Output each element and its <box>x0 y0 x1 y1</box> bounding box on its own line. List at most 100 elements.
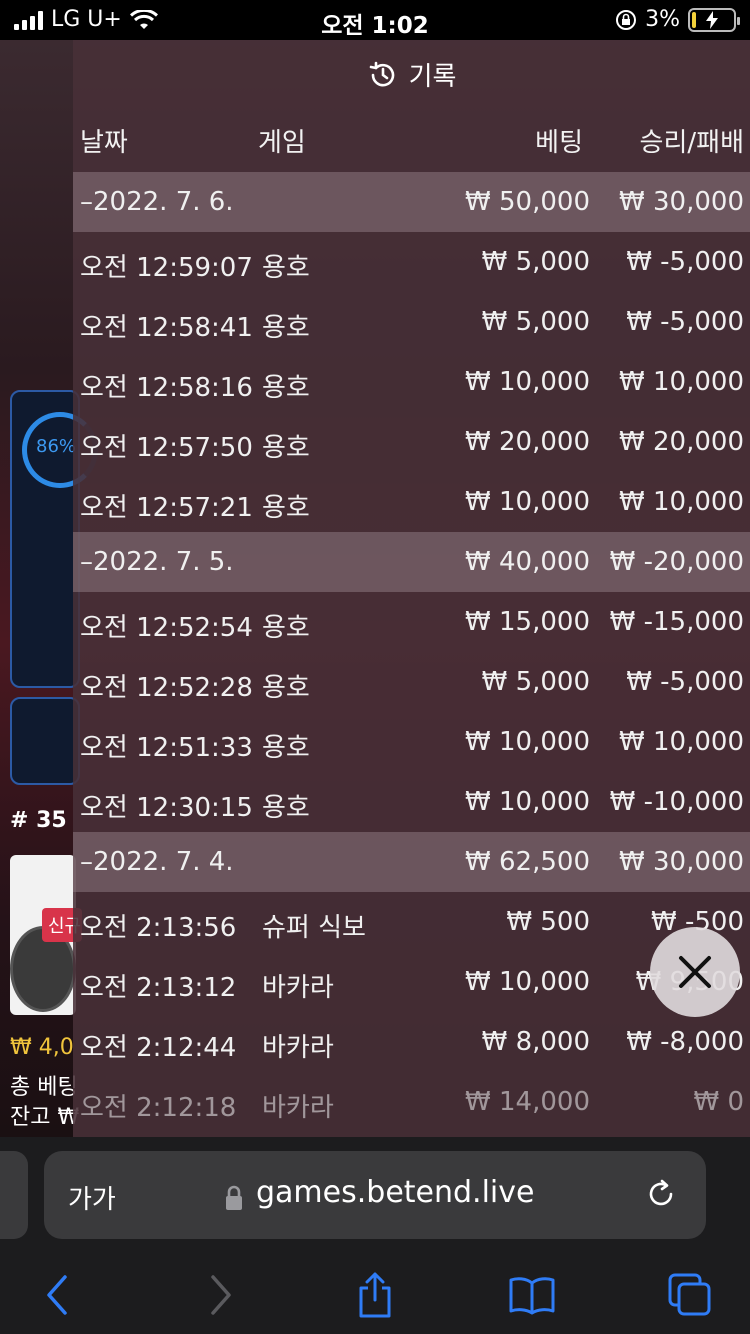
row-game: 용호 <box>262 733 310 763</box>
row-bet: ₩ 5,000 <box>481 667 590 697</box>
header-date: 날짜 <box>80 128 128 158</box>
history-icon <box>369 61 394 86</box>
history-row: 오전 2:13:12바카라₩ 10,000₩ 9,500 <box>73 952 750 1012</box>
date-label: –2022. 7. 5. <box>80 547 234 577</box>
row-bet: ₩ 10,000 <box>465 787 590 817</box>
status-bar: LG U+ 오전 1:02 3% <box>0 0 750 40</box>
reader-settings-button[interactable]: 가가 <box>68 1179 116 1216</box>
row-bet: ₩ 10,000 <box>465 967 590 997</box>
history-list: –2022. 7. 6. ₩ 50,000 ₩ 30,000 오전 12:59:07 용… <box>73 172 750 1132</box>
row-bet: ₩ 40,000 <box>465 547 590 577</box>
row-result: ₩ -5,000 <box>626 307 744 337</box>
row-game: 용호 <box>262 493 310 523</box>
row-time: 오전 12:30:15 <box>80 793 253 823</box>
history-panel: 기록 날짜 게임 베팅 승리/패배 –2022. 7. 6. ₩ 50,000 ₩ … <box>73 40 750 1137</box>
row-bet: ₩ 5,000 <box>481 247 590 277</box>
row-result: ₩ -5,000 <box>626 247 744 277</box>
row-game: 용호 <box>262 433 310 463</box>
row-result: ₩ -15,000 <box>609 607 744 637</box>
bookmarks-button[interactable] <box>502 1265 562 1325</box>
row-result: ₩ 10,000 <box>619 487 744 517</box>
row-game: 용호 <box>262 253 310 283</box>
header-result: 승리/패배 <box>639 128 744 158</box>
row-time: 오전 12:52:28 <box>80 673 253 703</box>
orientation-lock-icon <box>616 9 637 30</box>
row-time: 오전 2:13:12 <box>80 973 237 1003</box>
row-time: 오전 12:51:33 <box>80 733 253 763</box>
panel-title: 기록 <box>73 56 750 93</box>
row-time: 오전 12:58:16 <box>80 373 253 403</box>
history-row: 오전 12:57:50 용호 ₩ 20,000 ₩ 20,000 <box>73 412 750 472</box>
history-row: 오전 12:51:33 용호 ₩ 10,000 ₩ 10,000 <box>73 712 750 772</box>
history-row: 오전 12:58:41 용호 ₩ 5,000 ₩ -5,000 <box>73 292 750 352</box>
row-bet: ₩ 15,000 <box>465 607 590 637</box>
history-row: 오전 2:12:44 바카라 ₩ 8,000 ₩ -8,000 <box>73 1012 750 1072</box>
date-label: –2022. 7. 6. <box>80 187 234 217</box>
history-row: 오전 12:30:15 용호 ₩ 10,000 ₩ -10,000 <box>73 772 750 832</box>
row-time: 오전 2:13:56 <box>80 913 237 943</box>
date-label: –2022. 7. 4. <box>80 847 234 877</box>
row-bet: ₩ 8,000 <box>481 1027 590 1057</box>
row-time: 오전 12:57:21 <box>80 493 253 523</box>
row-result: ₩ 0 <box>693 1087 744 1117</box>
secondary-card <box>10 697 80 785</box>
battery-percent: 3% <box>645 7 680 32</box>
row-time: 오전 2:12:44 <box>80 1033 237 1063</box>
row-bet: ₩ 10,000 <box>465 727 590 757</box>
row-bet: ₩ 14,000 <box>465 1087 590 1117</box>
row-game: 용호 <box>262 313 310 343</box>
row-bet: ₩ 500 <box>506 907 590 937</box>
row-time: 오전 12:59:07 <box>80 253 253 283</box>
date-group-row: –2022. 7. 5. ₩ 40,000 ₩ -20,000 <box>73 532 750 592</box>
close-button[interactable] <box>650 927 740 1017</box>
browser-toolbar <box>0 1265 750 1325</box>
date-group-row: –2022. 7. 4. ₩ 62,500 ₩ 30,000 <box>73 832 750 892</box>
row-bet: ₩ 62,500 <box>465 847 590 877</box>
lock-icon <box>226 1185 242 1210</box>
history-row: 오전 12:52:28 용호 ₩ 5,000 ₩ -5,000 <box>73 652 750 712</box>
row-bet: ₩ 10,000 <box>465 367 590 397</box>
chevron-left-icon <box>47 1275 67 1315</box>
tabs-button[interactable] <box>660 1265 720 1325</box>
panel-title-text: 기록 <box>408 62 457 92</box>
table-header: 날짜 게임 베팅 승리/패배 <box>73 122 750 162</box>
browser-chrome: 가가 games.betend.live <box>0 1137 750 1334</box>
share-button[interactable] <box>345 1265 405 1325</box>
row-game: 바카라 <box>262 973 334 1003</box>
history-row: 오전 2:13:56 슈퍼 식보 ₩ 500 ₩ -500 <box>73 892 750 952</box>
history-row: 오전 12:58:16 용호 ₩ 10,000 ₩ 10,000 <box>73 352 750 412</box>
forward-button[interactable] <box>190 1265 250 1325</box>
row-game: 슈퍼 식보 <box>262 913 366 943</box>
row-result: ₩ 10,000 <box>619 727 744 757</box>
row-bet: ₩ 20,000 <box>465 427 590 457</box>
row-result: ₩ -5,000 <box>626 667 744 697</box>
row-bet: ₩ 50,000 <box>465 187 590 217</box>
header-game: 게임 <box>258 128 306 158</box>
chevron-right-icon <box>211 1275 231 1315</box>
row-result: ₩ 30,000 <box>619 187 744 217</box>
address-bar[interactable]: 가가 games.betend.live <box>44 1151 706 1239</box>
history-row: 오전 12:59:07 용호 ₩ 5,000 ₩ -5,000 <box>73 232 750 292</box>
previous-tab-stub[interactable] <box>0 1151 28 1239</box>
url-text: games.betend.live <box>256 1175 535 1210</box>
reload-icon[interactable] <box>644 1177 678 1211</box>
row-result: ₩ 10,000 <box>619 367 744 397</box>
tabs-icon <box>668 1273 711 1316</box>
row-time: 오전 2:12:18 <box>80 1093 237 1123</box>
close-icon <box>679 956 711 988</box>
row-game: 용호 <box>262 793 310 823</box>
balance-label: 잔고 ₩ <box>10 1105 80 1130</box>
back-button[interactable] <box>28 1265 88 1325</box>
row-time: 오전 12:52:54 <box>80 613 253 643</box>
row-game: 용호 <box>262 673 310 703</box>
row-result: ₩ -20,000 <box>609 547 744 577</box>
row-result: ₩ 20,000 <box>619 427 744 457</box>
row-time: 오전 12:57:50 <box>80 433 253 463</box>
share-icon <box>359 1272 391 1318</box>
history-row: 오전 12:57:21 용호 ₩ 10,000 ₩ 10,000 <box>73 472 750 532</box>
book-icon <box>509 1277 555 1315</box>
list-number: # 35 <box>10 808 67 833</box>
row-bet: ₩ 10,000 <box>465 487 590 517</box>
battery-icon <box>688 7 740 32</box>
row-result: ₩ -8,000 <box>626 1027 744 1057</box>
